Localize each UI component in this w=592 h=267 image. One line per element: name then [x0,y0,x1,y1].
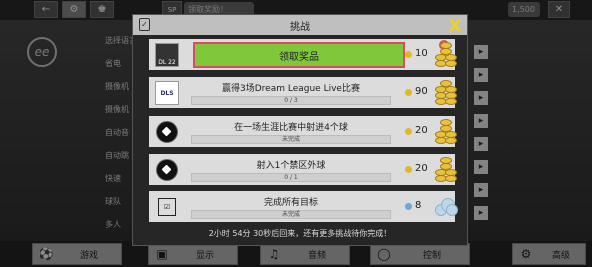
progress-bar: 0 / 3 [191,96,391,105]
challenge-row: DL 22 领取奖品 ! 10 [149,39,457,70]
challenge-row: 在一场生涯比赛中射进4个球 未完成 20 [149,116,457,147]
reward-amount: 10 [415,48,428,59]
player-card-icon: DL 22 [155,43,179,67]
coin-icon [405,166,412,173]
gem-pile-icon [433,196,458,216]
progress-text: 0 / 1 [284,174,298,181]
challenge-title: 在一场生涯比赛中射进4个球 [234,123,348,133]
challenge-title: 完成所有目标 [263,198,318,208]
challenge-title: 射入1个禁区外球 [256,161,326,171]
coin-icon [405,89,412,96]
dialog-title: 挑战 [290,22,310,33]
refresh-timer-text: 2小时 54分 30秒后回来，还有更多挑战待你完成！ [208,229,392,238]
progress-bar: 未完成 [191,210,391,219]
coin-icon [405,128,412,135]
dls-logo-icon: DLS [155,81,179,105]
progress-bar: 0 / 1 [191,173,391,182]
coin-stack-icon [433,42,457,68]
challenge-row: ☑ 完成所有目标 未完成 8 [149,191,458,222]
coin-icon [405,51,412,58]
coin-stack-icon [433,119,457,145]
football-icon [155,120,179,144]
reward-amount: 20 [415,163,428,174]
football-icon [155,158,179,182]
coin-stack-icon [433,80,457,106]
dialog-header: ✓ 挑战 X [133,15,467,35]
progress-text: 未完成 [281,211,300,218]
challenge-title: 赢得3场Dream League Live比赛 [222,84,360,94]
reward-amount: 90 [415,86,428,97]
claim-reward-button[interactable]: 领取奖品 ! [193,40,449,68]
calendar-icon: ☑ [155,195,179,219]
gem-icon [405,203,412,210]
progress-text: 未完成 [281,136,300,143]
challenge-row: DLS 赢得3场Dream League Live比赛 0 / 3 90 [149,77,457,108]
progress-text: 0 / 3 [284,97,298,104]
challenge-row: 射入1个禁区外球 0 / 1 20 [149,154,457,185]
challenges-dialog: ✓ 挑战 X DL 22 领取奖品 ! 10 DLS 赢得3场Dream Lea… [132,14,468,246]
close-button[interactable]: X [446,16,464,35]
reward-amount: 20 [415,125,428,136]
reward-amount: 8 [415,200,422,211]
coin-stack-icon [433,157,457,183]
progress-bar: 未完成 [191,135,391,144]
